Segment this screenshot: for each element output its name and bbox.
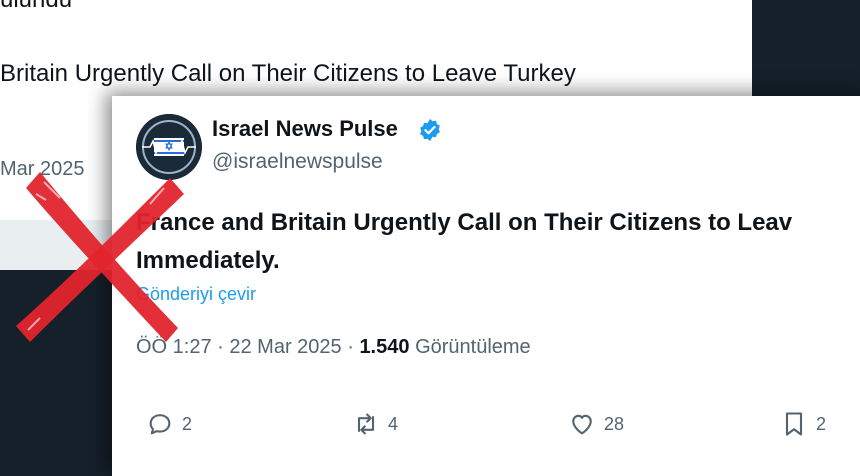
repost-button[interactable]: 4 [352,410,398,438]
background-tweet-headline: Britain Urgently Call on Their Citizens … [0,60,576,87]
bookmark-count: 2 [816,413,827,434]
verified-badge-icon [420,119,440,141]
israel-flag-logo-icon [136,114,202,180]
dark-background-left [0,270,120,454]
gray-background-strip [0,220,120,270]
bookmark-button[interactable]: 2 [780,410,826,438]
reply-icon [149,414,171,435]
author-handle[interactable]: @israelnewspulse [212,150,383,174]
views-label: Görüntüleme [415,336,531,358]
author-name[interactable]: Israel News Pulse [212,116,398,142]
background-tweet-date: Mar 2025 [0,158,85,180]
avatar[interactable] [136,114,202,180]
like-button[interactable]: 28 [568,410,624,438]
translate-link[interactable]: Gönderiyi çevir [136,284,256,305]
tweet-timestamp[interactable]: ÖÖ 1:27 · 22 Mar 2025 · [136,336,359,358]
action-bar: 2 4 28 2 [112,410,860,450]
repost-icon [357,413,375,435]
like-count: 28 [604,413,625,434]
background-tweet-top-text: ulundu [0,0,72,14]
repost-count: 4 [388,413,399,434]
tweet-text-line-2: Immediately. [136,247,280,274]
tweet-text-line-1: France and Britain Urgently Call on Thei… [136,209,793,236]
tweet-card: Israel News Pulse @israelnewspulse Franc… [112,96,860,476]
tweet-meta: ÖÖ 1:27 · 22 Mar 2025 · 1.540 Görüntülem… [136,336,531,359]
tweet-text: France and Britain Urgently Call on Thei… [136,204,860,280]
heart-icon [572,414,592,435]
views-count: 1.540 [359,336,410,358]
dark-background-right [752,0,860,100]
reply-count: 2 [182,413,193,434]
reply-button[interactable]: 2 [146,410,192,438]
bookmark-icon [785,412,803,436]
